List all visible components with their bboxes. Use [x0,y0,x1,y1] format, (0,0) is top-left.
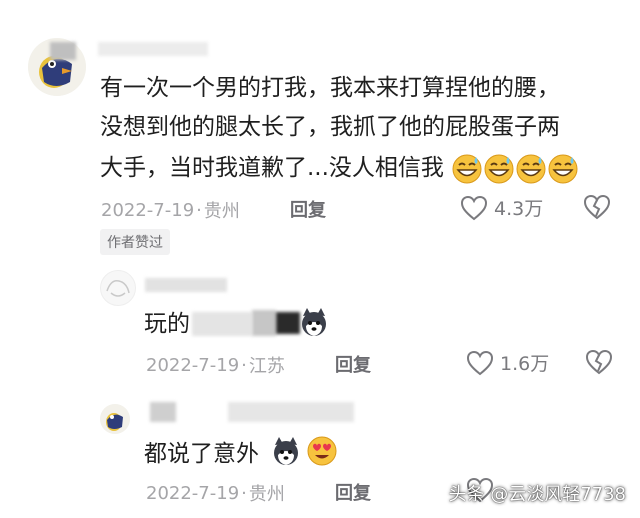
like-button[interactable]: 1.6万 [466,349,549,376]
dislike-button[interactable] [585,349,613,379]
meta-separator: · [241,354,247,376]
watermark: 头条 @云淡风轻7738 [448,484,626,505]
comment-text-redacted [276,312,300,334]
husky-emoji [274,437,298,465]
username-redacted [98,42,208,56]
like-button[interactable]: 4.3万 [460,194,543,221]
comment-line: 都说了意外 [144,436,259,472]
reply-button[interactable]: 回复 [290,196,326,222]
avatar-sketch-icon [106,279,130,297]
like-count: 4.3万 [494,198,544,220]
comment-line-text: 都说了意外 [144,441,259,467]
broken-heart-icon [583,194,611,220]
dislike-button[interactable] [583,194,611,224]
username-redacted [228,402,354,422]
username-redacted [145,278,227,292]
comment-line: 大手，当时我道歉了...没人相信我 [100,150,579,186]
comment-location: 江苏 [248,356,285,377]
comment-line: 有一次一个男的打我，我本来打算捏他的腰， [100,75,560,101]
comment-meta: 2022-7-19 · 贵州 [101,197,240,223]
meta-separator: · [241,482,247,504]
reply-button[interactable]: 回复 [335,479,371,505]
comment-line-text: 大手，当时我道歉了...没人相信我 [100,155,444,181]
comment-line-text: 玩的 [144,311,190,337]
broken-heart-icon [585,349,613,375]
comment-meta: 2022-7-19 · 江苏 [146,352,285,378]
meta-separator: · [196,199,202,221]
comment-text-redacted [252,310,276,336]
comment-date: 2022-7-19 [101,199,195,221]
username-redacted [150,402,176,422]
comment-line: 没想到他的腿太长了，我抓了他的屁股蛋子两 [100,114,560,140]
comment-date: 2022-7-19 [146,354,240,376]
comment-meta: 2022-7-19 · 贵州 [146,480,285,506]
grin-sweat-emoji [484,154,514,183]
grin-sweat-emoji [548,154,578,183]
comment-text-redacted [192,312,252,336]
grin-sweat-emoji [516,154,546,183]
reply-button[interactable]: 回复 [335,351,371,377]
author-liked-badge: 作者赞过 [100,229,170,255]
avatar[interactable] [100,270,136,306]
username-redacted [50,42,76,60]
heart-outline-icon [460,195,488,220]
avatar-bird-icon [100,404,130,434]
comment-line: 玩的 [144,306,190,342]
grin-sweat-emoji [452,154,482,183]
heart-eyes-emoji [307,436,337,466]
husky-emoji [302,308,326,336]
like-count: 1.6万 [500,353,550,375]
comment-date: 2022-7-19 [146,482,240,504]
comment-location: 贵州 [248,484,285,505]
comment-location: 贵州 [203,201,240,222]
heart-outline-icon [466,350,494,375]
avatar[interactable] [100,404,130,434]
emoji-row [451,154,579,183]
